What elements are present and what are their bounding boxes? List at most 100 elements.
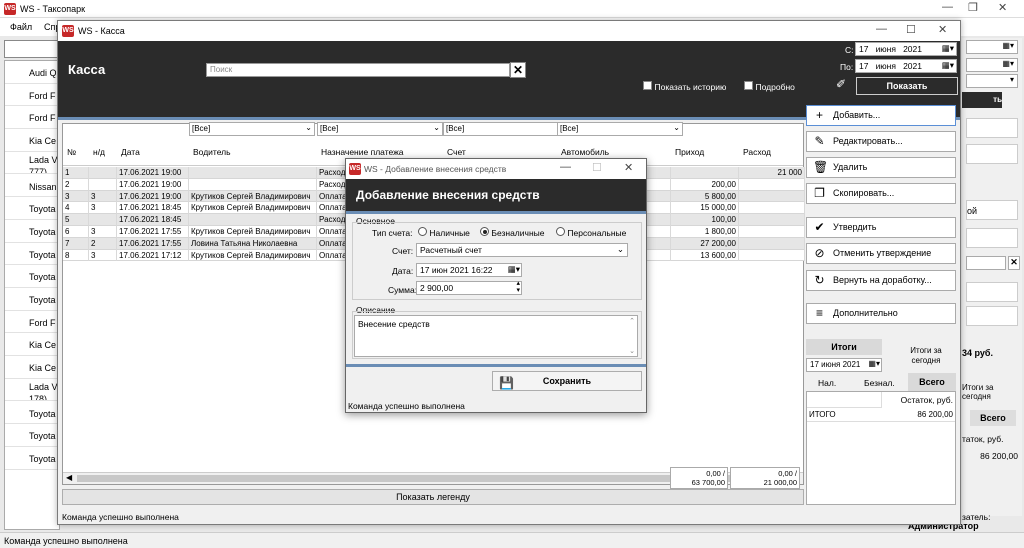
kassa-search-input[interactable]: Поиск: [206, 63, 510, 77]
car-list-item[interactable]: Toyota: [5, 447, 61, 470]
car-list-item[interactable]: Kia Ce: [5, 129, 61, 152]
column-filter[interactable]: [Все]⌄: [317, 122, 443, 136]
calendar-icon[interactable]: ▦▾: [868, 359, 880, 368]
show-history-checkbox[interactable]: Показать историю: [643, 81, 726, 92]
outer-search-input[interactable]: [4, 40, 60, 58]
action-button[interactable]: 🗑 Удалить: [806, 157, 956, 178]
checkbox-icon: [643, 81, 652, 90]
save-button[interactable]: 💾 Сохранить: [492, 371, 642, 391]
car-list-item[interactable]: Kia Ce: [5, 356, 61, 379]
car-list-item[interactable]: Toyota: [5, 265, 61, 288]
car-list-item[interactable]: Lada V 178): [5, 379, 61, 402]
calendar-icon[interactable]: ▦▾: [942, 43, 954, 54]
table-cell: 5: [63, 214, 89, 226]
outer-dark-button[interactable]: ть: [962, 92, 1002, 108]
scroll-down-icon[interactable]: ⌄: [629, 347, 635, 355]
brush-icon[interactable]: ✐: [836, 77, 846, 91]
car-list-item[interactable]: Nissan: [5, 175, 61, 198]
column-filter[interactable]: [Все]⌄: [557, 122, 683, 136]
car-list-item[interactable]: Toyota: [5, 402, 61, 425]
account-label: Счет:: [392, 246, 414, 256]
car-list-item[interactable]: Kia Ce: [5, 333, 61, 357]
outer-date-field-2[interactable]: ▦▾: [966, 58, 1018, 72]
search-clear-icon[interactable]: ✕: [510, 62, 526, 78]
tab-total[interactable]: Всего: [908, 373, 956, 391]
action-button[interactable]: ❐ Скопировать...: [806, 183, 956, 204]
column-header[interactable]: Расход: [743, 147, 803, 157]
to-date-picker[interactable]: 17 июня 2021 ▦▾: [855, 59, 957, 73]
sum-input[interactable]: 2 900,00 ▴ ▾: [416, 280, 522, 295]
summary-date-picker[interactable]: 17 июня 2021 ▦▾: [806, 358, 882, 372]
outer-input[interactable]: [966, 256, 1006, 270]
from-date-picker[interactable]: 17 июня 2021 ▦▾: [855, 42, 957, 56]
car-list-item[interactable]: Toyota: [5, 424, 61, 447]
outer-side-button[interactable]: [966, 118, 1018, 138]
itogi-button[interactable]: Итоги: [806, 339, 882, 355]
column-header[interactable]: Назначение платежа: [321, 147, 441, 157]
table-cell: 17.06.2021 17:55: [117, 226, 189, 238]
action-button[interactable]: + Добавить...: [806, 105, 956, 126]
column-header[interactable]: н/д: [93, 147, 115, 157]
calendar-icon[interactable]: ▦▾: [508, 264, 520, 275]
calendar-icon[interactable]: ▦▾: [942, 60, 954, 71]
kassa-close-icon[interactable]: ✕: [938, 23, 947, 36]
car-list-item[interactable]: Ford F: [5, 84, 61, 107]
car-list-item[interactable]: Ford F: [5, 106, 61, 130]
show-legend-button[interactable]: Показать легенду: [62, 489, 804, 505]
account-select[interactable]: Расчетный счет ⌄: [416, 243, 628, 257]
column-header[interactable]: Автомобиль: [561, 147, 669, 157]
car-list-item[interactable]: Toyota: [5, 243, 61, 266]
kassa-minimize-icon[interactable]: —: [876, 23, 887, 35]
car-list-item[interactable]: Toyota: [5, 197, 61, 220]
action-button[interactable]: ≡ Дополнительно: [806, 303, 956, 324]
radio-personal[interactable]: Персональные: [556, 227, 626, 238]
scroll-left-icon[interactable]: ◀: [66, 473, 72, 482]
radio-cash[interactable]: Наличные: [418, 227, 470, 238]
show-button[interactable]: Показать: [856, 77, 958, 95]
description-textarea[interactable]: Внесение средств ⌃ ⌄: [354, 315, 638, 357]
column-header[interactable]: Водитель: [193, 147, 315, 157]
column-filter[interactable]: [Все]⌄: [189, 122, 315, 136]
column-header[interactable]: Приход: [675, 147, 737, 157]
radio-noncash[interactable]: Безналичные: [480, 227, 544, 238]
tab-noncash[interactable]: Безнал.: [864, 378, 895, 388]
outer-side-button[interactable]: [966, 144, 1018, 164]
action-button[interactable]: ⊘ Отменить утверждение: [806, 243, 956, 264]
outer-date-field[interactable]: ▦▾: [966, 40, 1018, 54]
column-header[interactable]: Дата: [121, 147, 187, 157]
table-cell: 3: [63, 190, 89, 203]
column-header[interactable]: №: [67, 147, 87, 157]
outer-clear-icon[interactable]: ✕: [1008, 256, 1020, 270]
column-header[interactable]: Счет: [447, 147, 555, 157]
scroll-up-icon[interactable]: ⌃: [629, 317, 635, 325]
outer-side-button[interactable]: ой: [966, 200, 1018, 220]
tab-cash[interactable]: Нал.: [818, 378, 836, 388]
outer-side-button[interactable]: [966, 282, 1018, 302]
outer-side-button[interactable]: [966, 228, 1018, 248]
car-list-item[interactable]: Lada V 777): [5, 152, 61, 175]
car-list-item[interactable]: Ford F: [5, 311, 61, 334]
minimize-icon[interactable]: —: [942, 1, 953, 13]
car-list-item[interactable]: Toyota: [5, 220, 61, 243]
menu-file[interactable]: Файл: [10, 22, 32, 32]
dialog-minimize-icon[interactable]: —: [560, 161, 571, 173]
close-icon[interactable]: ✕: [998, 1, 1007, 14]
outer-tab-vsego[interactable]: Всего: [970, 410, 1016, 426]
outer-side-button[interactable]: [966, 306, 1018, 326]
action-button[interactable]: ↻ Вернуть на доработку...: [806, 270, 956, 291]
restore-icon[interactable]: ❐: [968, 1, 978, 14]
column-filter[interactable]: [Все]⌄: [443, 122, 569, 136]
action-button[interactable]: ✎ Редактировать...: [806, 131, 956, 152]
date-picker[interactable]: 17 июн 2021 16:22 ▦▾: [416, 263, 522, 277]
car-list-item[interactable]: Audi Q: [5, 61, 61, 84]
table-cell: 100,00: [671, 214, 739, 226]
action-button[interactable]: ✔ Утвердить: [806, 217, 956, 238]
stepper-icon[interactable]: ▴ ▾: [516, 280, 520, 294]
detailed-checkbox[interactable]: Подробно: [744, 81, 795, 92]
chevron-down-icon: ⌄: [673, 123, 680, 132]
car-list-item[interactable]: Toyota: [5, 288, 61, 311]
outer-combo[interactable]: ▾: [966, 74, 1018, 88]
dialog-close-icon[interactable]: ✕: [624, 161, 633, 174]
kassa-maximize-icon[interactable]: ☐: [906, 23, 916, 36]
scrollbar-thumb[interactable]: [77, 475, 747, 482]
